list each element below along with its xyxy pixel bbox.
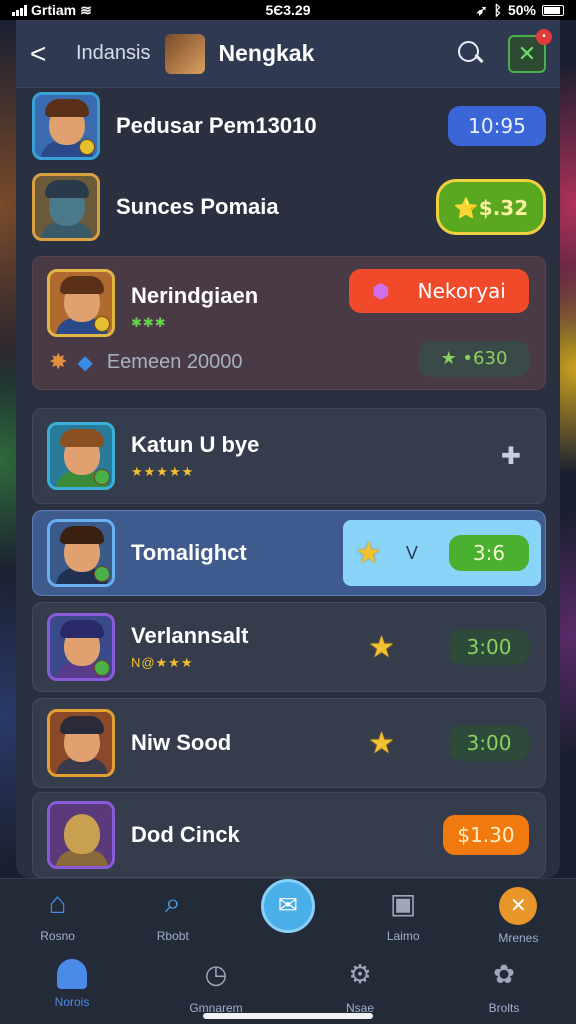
more-icon[interactable]: ✚ [501,442,521,471]
home-indicator[interactable] [203,1013,373,1019]
game-thumbnail [47,613,115,681]
header-avatar [164,33,205,74]
selected-action[interactable]: ★ V 3:6 [343,520,541,586]
status-bar: Grtiam ≋ 5Є3.29 ➶ ᛒ 50% [0,0,576,20]
game-thumbnail [47,519,115,587]
action-label: Nekoryai [417,279,506,303]
nav-item-rbobt[interactable]: ⌕ Rbobt [123,887,223,945]
item-name: Verlannsalt [131,623,249,648]
star-icon: ★ [368,726,395,760]
home-icon [57,959,87,989]
gem-icon: ◆ [77,351,93,374]
list-item[interactable]: Tomalighct ★ V 3:6 [32,510,546,596]
list-item[interactable]: Pedusar Pem13010 10:95 [32,90,546,162]
page-title: Nengkak [218,40,315,66]
nav-item-rosno[interactable]: ⌂ Rosno [8,887,108,945]
price-button[interactable]: $1.30 [443,815,529,855]
game-thumbnail [47,709,115,777]
search-icon: ⌕ [164,887,181,918]
action-button[interactable]: ⬢ Nekoryai [349,269,529,313]
nav-label: Laimo [386,929,420,943]
star-icon: ★ [355,536,382,570]
crossed-swords-icon: ✕ [499,887,538,925]
nav-item-laimo[interactable]: ▣ Laimo [353,887,453,945]
time-badge: 3:6 [449,535,529,571]
game-thumbnail [32,92,100,160]
coin-icon: ✸ [49,349,68,374]
nav-item-send[interactable]: ✉ [238,879,338,945]
status-time: 5Є3.29 [265,2,311,18]
time-button[interactable]: 10:95 [448,106,546,146]
bluetooth-icon: ᛒ [493,2,502,18]
main-panel: < Indansis Nengkak ✕ • Pedusar Pem13010 1… [16,20,560,878]
rating-icons: ✱✱✱ [131,315,167,330]
nav-label: Rbobt [156,929,189,943]
nav-item-gmnarem[interactable]: ◷ Gmnarem [166,959,266,1015]
game-thumbnail [47,422,115,490]
item-name: Sunces Pomaia [116,194,279,219]
notification-badge: • [536,28,552,45]
score-badge: ★ •630 [419,341,529,377]
reward-text: Eemeen 20000 [106,350,243,373]
settings-icon: ⚙ [348,959,372,989]
game-list: Pedusar Pem13010 10:95 Sunces Pomaia ⭐$.… [16,88,560,878]
star-icon: ★ [368,630,395,664]
nav-secondary: Norois ◷ Gmnarem ⚙ Nsae ✿ Brolts [0,959,576,1015]
game-thumbnail [47,269,115,337]
item-name: Tomalighct [131,540,247,565]
list-item[interactable]: Katun U bye ★★★★★ ✚ [32,408,546,504]
nav-item-nsae[interactable]: ⚙ Nsae [310,959,410,1015]
separator-label: V [405,542,418,563]
battery-icon [542,4,564,16]
clock-icon: ◷ [204,959,228,989]
nav-item-mrenes[interactable]: ✕ Mrenes [468,887,568,945]
send-icon: ✉ [260,879,315,933]
gift-icon: ▣ [389,888,417,919]
battery-percent: 50% [507,2,536,18]
price-button[interactable]: ⭐$.32 [436,179,546,235]
back-button[interactable]: < [30,38,60,70]
signal-icon [12,4,27,16]
list-item[interactable]: Niw Sood ★ 3:00 [32,698,546,788]
nav-label: Rosno [40,929,75,943]
gift-icon: ⬢ [372,279,390,303]
list-item[interactable]: Verlannsalt N@★★★ ★ 3:00 [32,602,546,692]
list-item[interactable]: Sunces Pomaia ⭐$.32 [32,170,546,244]
nav-item-norois[interactable]: Norois [22,959,122,1015]
rating-stars: ★★★★★ [131,464,195,479]
location-icon: ➶ [475,1,488,18]
people-icon: ✿ [493,959,515,989]
header: < Indansis Nengkak ✕ • [16,20,560,88]
time-badge: 3:00 [449,725,529,761]
rating-stars: N@★★★ [131,655,194,670]
nav-label: Mrenes [498,931,539,945]
bottom-nav: ⌂ Rosno ⌕ Rbobt ✉ ▣ Laimo ✕ Mrenes Noroi… [0,878,576,1024]
wifi-icon: ≋ [80,1,92,18]
item-name: Pedusar Pem13010 [116,113,317,138]
nav-primary: ⌂ Rosno ⌕ Rbobt ✉ ▣ Laimo ✕ Mrenes [0,879,576,945]
game-thumbnail [47,801,115,869]
home-icon: ⌂ [48,887,67,920]
game-thumbnail [32,173,100,241]
list-item[interactable]: Dod Cinck $1.30 [32,792,546,878]
featured-item[interactable]: Nerindgiaen ✱✱✱ ⬢ Nekoryai ✸ ◆ Eemeen 200… [32,256,546,390]
nav-item-brolts[interactable]: ✿ Brolts [454,959,554,1015]
time-badge: 3:00 [449,629,529,665]
item-name: Katun U bye [131,432,260,457]
carrier-label: Grtiam [31,2,77,18]
item-name: Nerindgiaen [131,283,259,308]
nav-label: Brolts [488,1001,520,1015]
nav-label: Norois [54,995,90,1009]
search-icon[interactable] [454,38,486,70]
item-name: Niw Sood [131,730,232,755]
item-name: Dod Cinck [131,822,240,847]
breadcrumb[interactable]: Indansis [76,42,151,65]
checklist-button[interactable]: ✕ • [508,28,552,73]
